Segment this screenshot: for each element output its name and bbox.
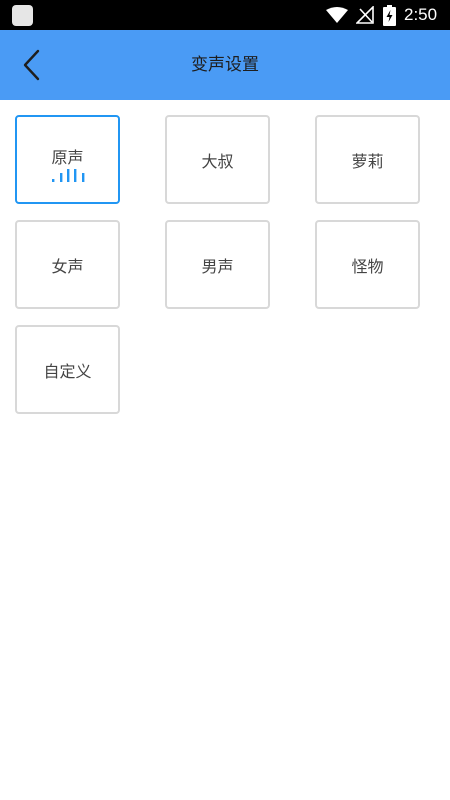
app-bar: 变声设置	[0, 30, 450, 100]
chevron-left-icon	[23, 49, 40, 81]
voice-option-original[interactable]: 原声	[15, 115, 120, 204]
voice-option-label: 怪物	[351, 256, 384, 276]
voice-option-custom[interactable]: 自定义	[15, 325, 120, 414]
voice-option-uncle[interactable]: 大叔	[165, 115, 270, 204]
voice-option-label: 女声	[51, 256, 84, 276]
sound-wave-icon	[52, 169, 85, 182]
voice-grid: 原声 大叔 萝莉 女声 男声 怪物 自定义	[15, 115, 435, 414]
app-notification-icon	[12, 5, 33, 26]
voice-option-label: 大叔	[201, 151, 234, 171]
back-button[interactable]	[10, 42, 54, 88]
status-bar: 2:50	[0, 0, 450, 30]
voice-option-label: 男声	[201, 256, 234, 276]
voice-option-male[interactable]: 男声	[165, 220, 270, 309]
wifi-icon	[326, 7, 348, 23]
battery-charging-icon	[383, 5, 396, 26]
voice-option-label: 萝莉	[351, 151, 384, 171]
status-time: 2:50	[404, 5, 438, 24]
page-title: 变声设置	[191, 55, 259, 75]
voice-option-label: 原声	[51, 147, 84, 167]
voice-option-monster[interactable]: 怪物	[315, 220, 420, 309]
no-signal-icon	[356, 6, 374, 24]
voice-option-loli[interactable]: 萝莉	[315, 115, 420, 204]
voice-option-label: 自定义	[43, 361, 92, 381]
voice-option-female[interactable]: 女声	[15, 220, 120, 309]
